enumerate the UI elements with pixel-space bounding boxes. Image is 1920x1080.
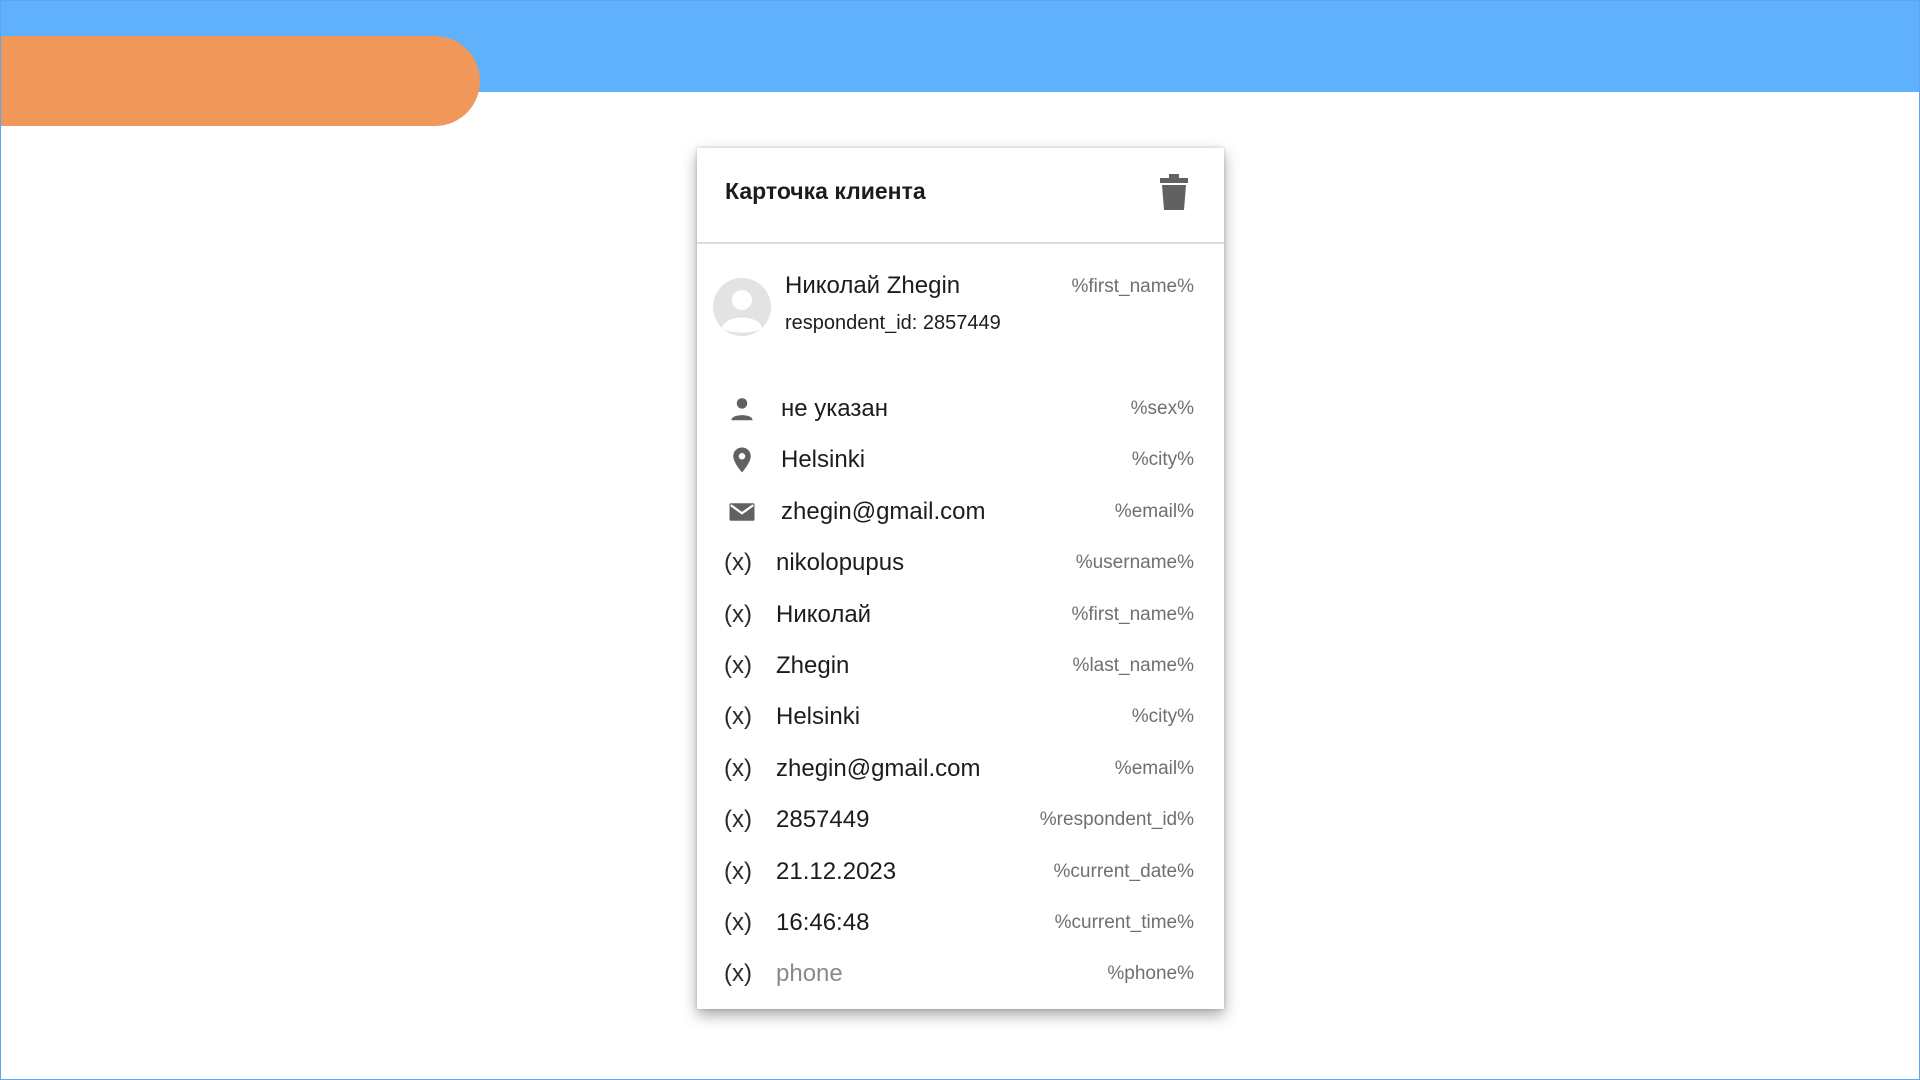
variable-value: zhegin@gmail.com [776,754,981,782]
variable-row-username: (x) nikolopupus %username% [697,538,1224,589]
card-header: Карточка клиента [697,148,1224,244]
field-variable: %email% [1114,500,1194,522]
variable-value: 2857449 [776,806,870,834]
variable-marker: (x) [724,703,752,731]
variable-name: %last_name% [1072,654,1194,676]
mail-icon [727,497,757,527]
profile-variable: %first_name% [1071,276,1195,297]
trash-icon[interactable] [1160,174,1188,210]
person-icon [727,394,757,424]
field-variable: %sex% [1130,398,1194,419]
variable-row-last-name: (x) Zhegin %last_name% [697,641,1224,692]
variable-value-placeholder: phone [776,960,843,988]
card-title: Карточка клиента [725,178,926,204]
respondent-id: respondent_id: 2857449 [785,312,1001,334]
variable-row-email: (x) zhegin@gmail.com %email% [697,744,1224,795]
variable-value: 21.12.2023 [776,857,897,885]
client-card: Карточка клиента Николай Zhegin responde… [697,148,1224,1009]
variable-value: Николай [776,600,872,628]
variable-name: %email% [1114,757,1194,779]
field-value: Helsinki [781,446,866,474]
field-list: не указан %sex% Helsinki %city% zhegin@g… [697,384,1224,1001]
variable-marker: (x) [724,857,752,885]
variable-value: nikolopupus [776,549,905,577]
orange-accent-shape [0,36,480,126]
profile-block: Николай Zhegin respondent_id: 2857449 %f… [697,266,1224,346]
variable-marker: (x) [724,549,752,577]
variable-marker: (x) [724,754,752,782]
variable-name: %city% [1131,706,1194,728]
variable-name: %current_date% [1053,860,1194,882]
variable-name: %respondent_id% [1039,809,1194,831]
field-row-sex: не указан %sex% [697,384,1224,435]
variable-value: Helsinki [776,703,861,731]
variable-row-city: (x) Helsinki %city% [697,692,1224,743]
variable-value: Zhegin [776,651,850,679]
field-value: zhegin@gmail.com [781,497,986,525]
variable-name: %first_name% [1071,603,1195,625]
field-row-city: Helsinki %city% [697,435,1224,486]
field-row-email: zhegin@gmail.com %email% [697,487,1224,538]
variable-row-current-date: (x) 21.12.2023 %current_date% [697,847,1224,898]
variable-row-respondent-id: (x) 2857449 %respondent_id% [697,795,1224,846]
variable-name: %current_time% [1054,911,1194,933]
variable-marker: (x) [724,806,752,834]
field-value: не указан [781,395,888,422]
avatar [713,278,771,336]
variable-value: 16:46:48 [776,908,870,936]
field-variable: %city% [1131,449,1194,471]
client-name: Николай Zhegin [785,272,961,299]
variable-row-phone: (x) phone %phone% [697,949,1224,1000]
variable-marker: (x) [724,908,752,936]
variable-row-current-time: (x) 16:46:48 %current_time% [697,898,1224,949]
variable-marker: (x) [724,600,752,628]
variable-name: %username% [1075,552,1194,574]
variable-row-first-name: (x) Николай %first_name% [697,590,1224,641]
variable-marker: (x) [724,651,752,679]
variable-marker: (x) [724,960,752,988]
location-pin-icon [727,445,757,475]
variable-name: %phone% [1107,963,1194,985]
